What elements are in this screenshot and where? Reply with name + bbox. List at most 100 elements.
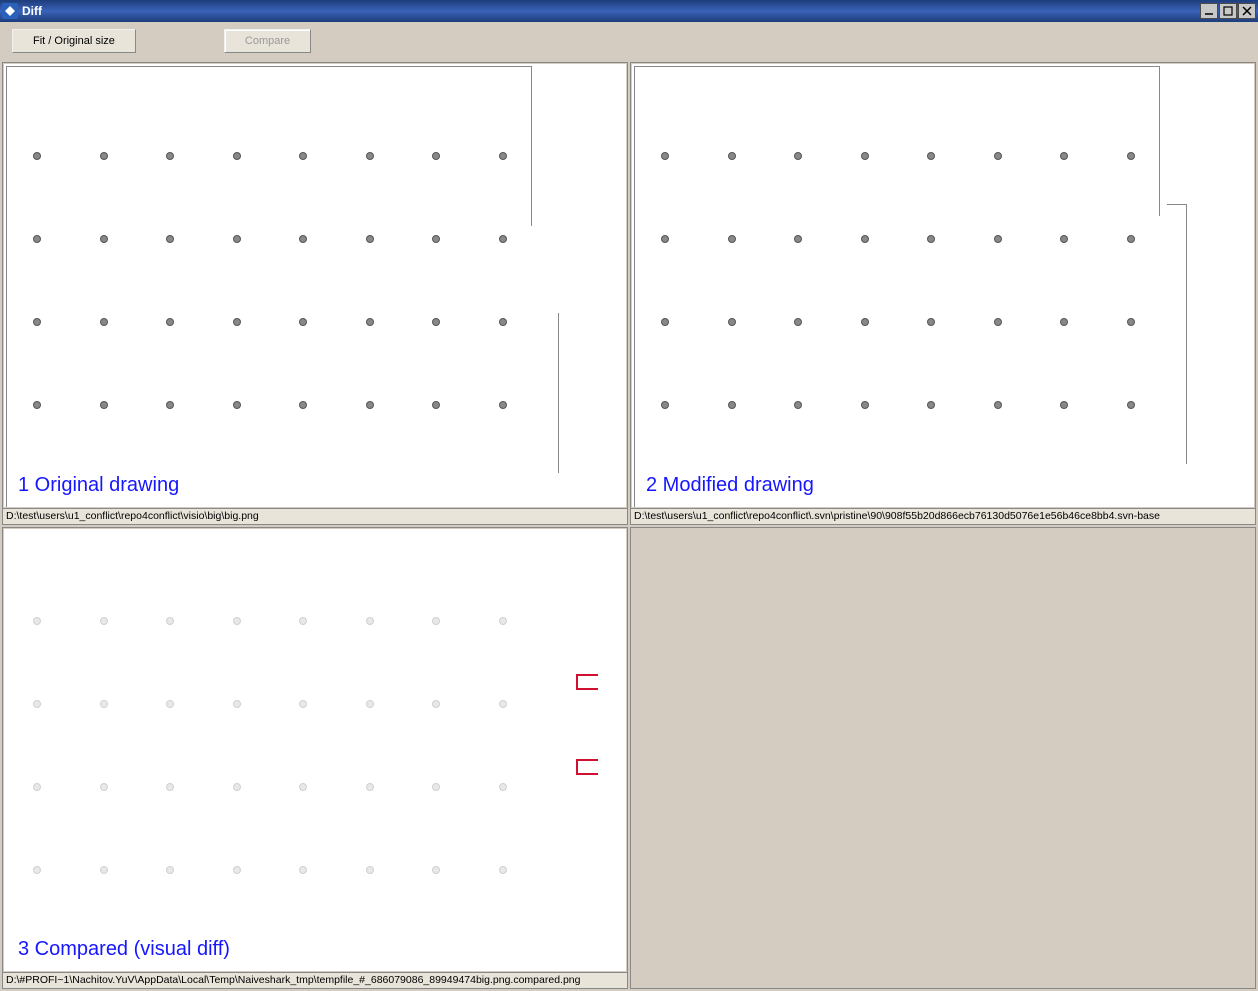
- grid-dot: [499, 152, 507, 160]
- grid-dot: [299, 617, 307, 625]
- grid-dot: [861, 318, 869, 326]
- grid-dot: [927, 318, 935, 326]
- grid-dot: [1127, 235, 1135, 243]
- grid-dot: [794, 152, 802, 160]
- grid-dot: [100, 318, 108, 326]
- maximize-button[interactable]: [1219, 3, 1237, 19]
- grid-dot: [33, 783, 41, 791]
- grid-dot: [366, 866, 374, 874]
- panel-title-modified: 2 Modified drawing: [646, 474, 814, 497]
- canvas-modified[interactable]: 2 Modified drawing: [632, 64, 1254, 507]
- grid-dot: [366, 401, 374, 409]
- grid-dot: [233, 235, 241, 243]
- grid-dot: [994, 235, 1002, 243]
- grid-dot: [728, 401, 736, 409]
- close-button[interactable]: [1238, 3, 1256, 19]
- grid-dot: [1127, 401, 1135, 409]
- canvas-original[interactable]: 1 Original drawing: [4, 64, 626, 507]
- grid-dot: [233, 700, 241, 708]
- grid-dot: [166, 235, 174, 243]
- grid-dot: [994, 318, 1002, 326]
- grid-dot: [728, 235, 736, 243]
- grid-dot: [499, 617, 507, 625]
- grid-dot: [499, 700, 507, 708]
- grid-dot: [299, 401, 307, 409]
- grid-dot: [299, 235, 307, 243]
- grid-dot: [728, 318, 736, 326]
- grid-dot: [432, 235, 440, 243]
- grid-dot: [728, 152, 736, 160]
- canvas-compared[interactable]: 3 Compared (visual diff): [4, 529, 626, 972]
- grid-dot: [366, 318, 374, 326]
- grid-dot: [994, 401, 1002, 409]
- grid-dot: [233, 783, 241, 791]
- grid-dot: [861, 152, 869, 160]
- grid-dot: [366, 783, 374, 791]
- content-grid: 1 Original drawing D:\test\users\u1_conf…: [0, 60, 1258, 991]
- grid-dot: [166, 866, 174, 874]
- grid-dot: [661, 318, 669, 326]
- grid-dot: [927, 152, 935, 160]
- grid-dot: [166, 318, 174, 326]
- grid-dot: [299, 700, 307, 708]
- panel-title-original: 1 Original drawing: [18, 474, 179, 497]
- app-icon: [2, 3, 18, 19]
- grid-dot: [794, 318, 802, 326]
- grid-dot: [1127, 152, 1135, 160]
- grid-dot: [994, 152, 1002, 160]
- toolbar: Fit / Original size Compare: [0, 22, 1258, 60]
- grid-dot: [33, 866, 41, 874]
- grid-dot: [432, 152, 440, 160]
- panel-compared: 3 Compared (visual diff) D:\#PROFI~1\Nac…: [2, 527, 628, 990]
- path-modified: D:\test\users\u1_conflict\repo4conflict\…: [631, 508, 1255, 524]
- grid-dot: [33, 401, 41, 409]
- grid-dot: [299, 152, 307, 160]
- title-bar: Diff: [0, 0, 1258, 22]
- grid-dot: [233, 318, 241, 326]
- grid-dot: [794, 235, 802, 243]
- grid-dot: [861, 401, 869, 409]
- grid-dot: [100, 700, 108, 708]
- grid-dot: [661, 401, 669, 409]
- grid-dot: [233, 152, 241, 160]
- grid-dot: [100, 152, 108, 160]
- grid-dot: [927, 235, 935, 243]
- grid-dot: [166, 401, 174, 409]
- grid-dot: [432, 783, 440, 791]
- panel-empty: [630, 527, 1256, 990]
- panel-original: 1 Original drawing D:\test\users\u1_conf…: [2, 62, 628, 525]
- window-title: Diff: [22, 4, 42, 18]
- grid-dot: [166, 617, 174, 625]
- grid-dot: [432, 617, 440, 625]
- grid-dot: [166, 700, 174, 708]
- grid-dot: [661, 235, 669, 243]
- grid-dot: [33, 617, 41, 625]
- grid-dot: [233, 617, 241, 625]
- grid-dot: [432, 318, 440, 326]
- grid-dot: [1060, 318, 1068, 326]
- grid-dot: [927, 401, 935, 409]
- minimize-button[interactable]: [1200, 3, 1218, 19]
- grid-dot: [1060, 235, 1068, 243]
- grid-dot: [499, 783, 507, 791]
- grid-dot: [1127, 318, 1135, 326]
- grid-dot: [166, 783, 174, 791]
- grid-dot: [366, 700, 374, 708]
- fit-original-size-button[interactable]: Fit / Original size: [12, 29, 136, 53]
- grid-dot: [299, 783, 307, 791]
- grid-dot: [499, 866, 507, 874]
- grid-dot: [100, 617, 108, 625]
- grid-dot: [33, 235, 41, 243]
- grid-dot: [499, 235, 507, 243]
- path-original: D:\test\users\u1_conflict\repo4conflict\…: [3, 508, 627, 524]
- grid-dot: [794, 401, 802, 409]
- grid-dot: [432, 866, 440, 874]
- grid-dot: [33, 152, 41, 160]
- grid-dot: [1060, 401, 1068, 409]
- grid-dot: [33, 700, 41, 708]
- grid-dot: [100, 866, 108, 874]
- grid-dot: [299, 866, 307, 874]
- grid-dot: [366, 235, 374, 243]
- grid-dot: [166, 152, 174, 160]
- grid-dot: [499, 401, 507, 409]
